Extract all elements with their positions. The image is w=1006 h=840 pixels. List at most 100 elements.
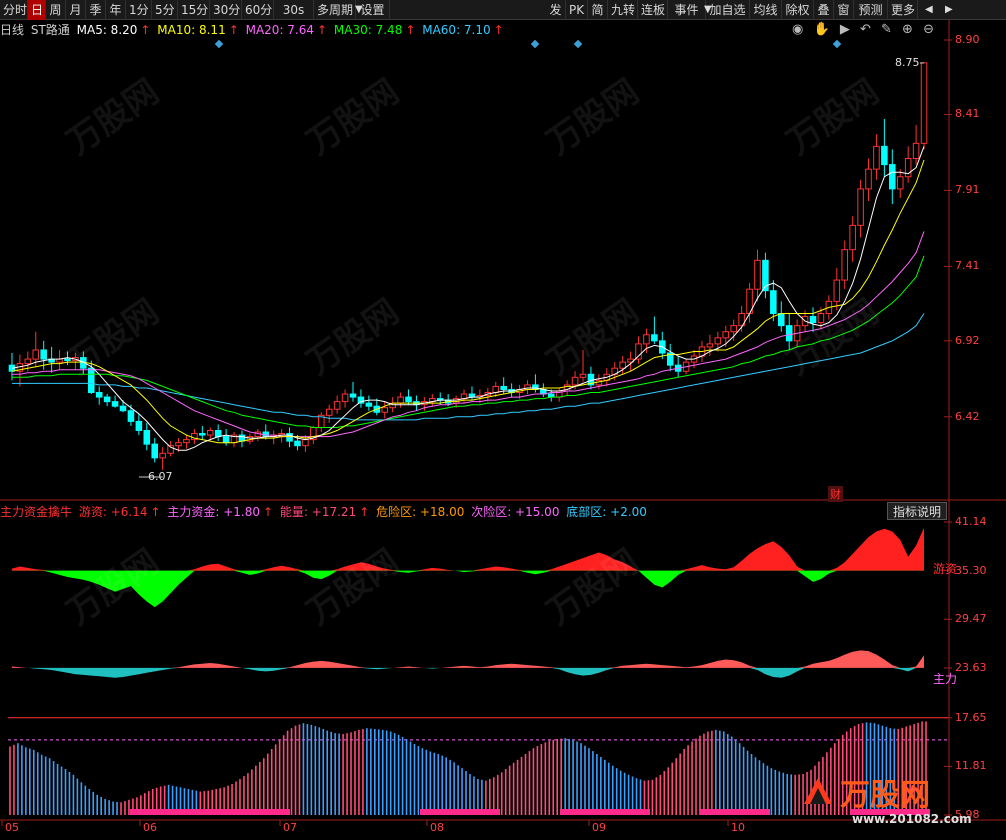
kline-chart [0,20,1006,826]
chart-icon-group: ◉ ✋ ▶ ↶ ✎ ⊕ ⊖ [792,22,942,38]
logo-site: www.201082.com [852,812,972,826]
youzi-value: 游资: +6.14 [78,505,148,519]
price-tick-label: 8.90 [955,33,980,46]
candle-body [873,145,880,170]
candle-body [912,142,920,160]
logo-text: 万股网 [840,778,930,813]
arrow-up-icon: ↑ [228,23,239,37]
time-tick-label: 07 [283,821,297,834]
candle-body [920,62,928,144]
candle-body [809,316,817,324]
eye-icon[interactable]: ◉ [792,22,803,37]
price-tick-label: 7.41 [955,259,980,273]
candle-body [103,396,111,403]
bottom-zone-block [130,809,290,815]
candle-body [500,385,507,390]
event-diamond-icon [573,39,583,49]
sub-tick-label: 41.14 [955,515,987,528]
candle-body [24,358,32,365]
edit-icon[interactable]: ✎ [881,22,892,37]
candle-body [849,224,856,251]
candle-body [32,349,40,360]
youzi-negative-area [12,570,924,608]
hand-icon[interactable]: ✋ [813,22,829,37]
arrow-up-icon: ↑ [140,23,151,37]
undo-icon[interactable]: ↶ [860,22,871,37]
candle-body [357,396,365,404]
indicator-title[interactable]: 主力资金擒牛 [0,505,72,519]
candle-body [143,429,151,445]
time-tick-label: 05 [5,821,19,834]
candle-body [770,290,777,314]
bottom-zone-block [420,809,500,815]
candle-body [175,442,182,447]
candle-body [40,349,47,360]
brand-logo: 万股网 www.201082.com [800,770,972,830]
candle-body [881,145,888,166]
arrow-up-icon: ↑ [263,505,274,519]
candle-body [754,259,761,290]
candle-body [238,434,246,442]
candle-body [492,385,500,394]
zhuli-tag: 主力 [933,672,958,686]
time-tick-label: 10 [731,821,745,834]
candle-body [159,452,166,459]
candle-body [785,325,793,342]
youzi-tag: 游资 [933,562,958,576]
event-diamond-icon [214,39,224,49]
ma5-value: MA5: 8.20 [76,23,138,37]
candle-body [706,343,714,348]
indicator-help-button[interactable]: 指标说明 [887,502,947,520]
finance-marker[interactable]: 财 [828,486,843,502]
arrow-up-icon: ↑ [359,505,370,519]
candle-body [365,402,373,407]
sub-tick-label: 29.47 [955,612,987,626]
candle-body [127,410,135,422]
candle-body [349,393,357,398]
candle-body [817,312,825,324]
ma-info-line: 日线 ST路通 MA5: 8.20 ↑ MA10: 8.11 ↑ MA20: 7.6… [0,21,507,39]
candle-body [206,429,214,436]
danger-value: 危险区: +18.00 [376,505,465,519]
candle-body [183,439,190,444]
candle-body [571,376,579,386]
candle-body [199,433,206,436]
candle-body [643,334,650,345]
zhuli-value: 主力资金: +1.80 [167,505,261,519]
time-tick-label: 09 [592,821,606,834]
candle-body [341,393,349,403]
indicator-info-line: 主力资金擒牛 游资: +6.14 ↑ 主力资金: +1.80 ↑ 能量: +17.2… [0,503,650,521]
candle-body [95,392,103,398]
candle-body [714,337,722,345]
candle-body [619,361,626,369]
candle-body [730,325,737,333]
candle-body [651,334,658,342]
time-tick-label: 06 [143,821,157,834]
candle-body [778,312,785,327]
event-diamond-icon [530,39,540,49]
ma30-value: MA30: 7.48 [333,23,403,37]
zoom-out-icon[interactable]: ⊖ [923,22,934,37]
arrow-up-icon: ↑ [405,23,416,37]
nengliang-value: 能量: +17.21 [279,505,357,519]
sub-tick-label: 17.65 [955,710,987,724]
candle-body [119,405,127,412]
ma10-value: MA10: 8.11 [157,23,226,37]
candle-body [833,279,841,302]
candle-body [294,440,301,447]
candle-body [64,358,71,362]
ma60-value: MA60: 7.10 [422,23,491,37]
zhuli-negative-area [12,667,924,678]
zoom-in-icon[interactable]: ⊕ [902,22,913,37]
candle-body [111,401,119,407]
ma10-line [11,159,925,444]
candle-body [325,408,333,416]
bottom-zone-value: 底部区: +2.00 [566,505,647,519]
candle-body [865,168,872,190]
low-price-marker: 6.07 [148,470,173,483]
price-tick-label: 8.41 [955,107,980,121]
bottom-zone-block [700,809,770,815]
candle-body [889,164,896,190]
play-icon[interactable]: ▶ [840,22,850,37]
candle-body [405,396,412,403]
